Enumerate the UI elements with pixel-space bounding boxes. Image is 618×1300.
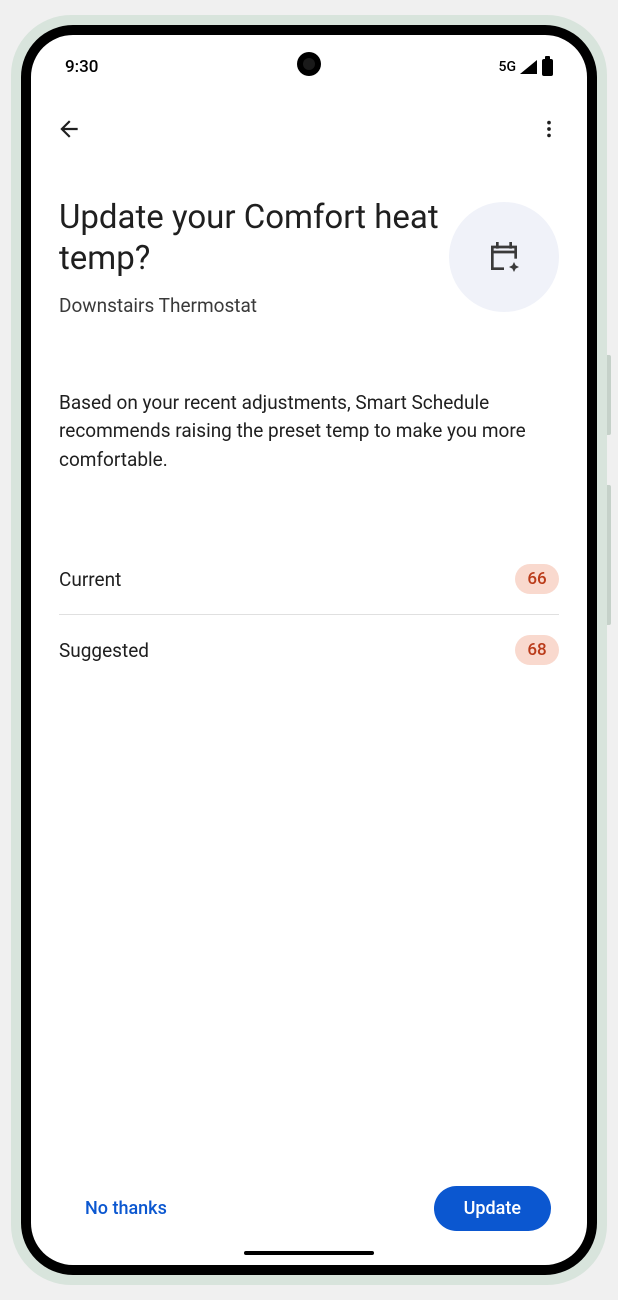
temp-comparison: Current 66 Suggested 68 [59,544,559,685]
signal-icon [520,60,537,74]
current-temp-badge: 66 [515,564,559,594]
more-vert-icon [538,118,560,140]
phone-bezel: 9:30 5G [21,25,597,1275]
page-title: Update your Comfort heat temp? [59,197,439,280]
app-bar [31,101,587,157]
power-button[interactable] [607,355,611,435]
status-time: 9:30 [65,57,98,77]
more-menu-button[interactable] [531,111,567,147]
arrow-left-icon [56,116,82,142]
phone-frame: 9:30 5G [11,15,607,1285]
calendar-sparkle-icon [484,237,524,277]
update-button[interactable]: Update [434,1186,551,1231]
subtitle: Downstairs Thermostat [59,294,439,317]
camera-notch [297,52,321,76]
network-label: 5G [499,59,517,75]
suggested-temp-badge: 68 [515,635,559,665]
no-thanks-button[interactable]: No thanks [67,1188,185,1229]
current-label: Current [59,568,121,591]
back-button[interactable] [51,111,87,147]
battery-icon [542,59,553,76]
navigation-handle[interactable] [244,1251,374,1255]
content: Update your Comfort heat temp? Downstair… [31,157,587,1265]
description-text: Based on your recent adjustments, Smart … [59,389,559,475]
header-section: Update your Comfort heat temp? Downstair… [59,197,559,317]
screen: 9:30 5G [31,35,587,1265]
status-indicators: 5G [499,59,554,76]
schedule-icon-badge [449,202,559,312]
suggested-label: Suggested [59,639,149,662]
current-temp-row: Current 66 [59,544,559,614]
suggested-temp-row: Suggested 68 [59,615,559,685]
header-text: Update your Comfort heat temp? Downstair… [59,197,439,317]
volume-button[interactable] [607,485,611,625]
